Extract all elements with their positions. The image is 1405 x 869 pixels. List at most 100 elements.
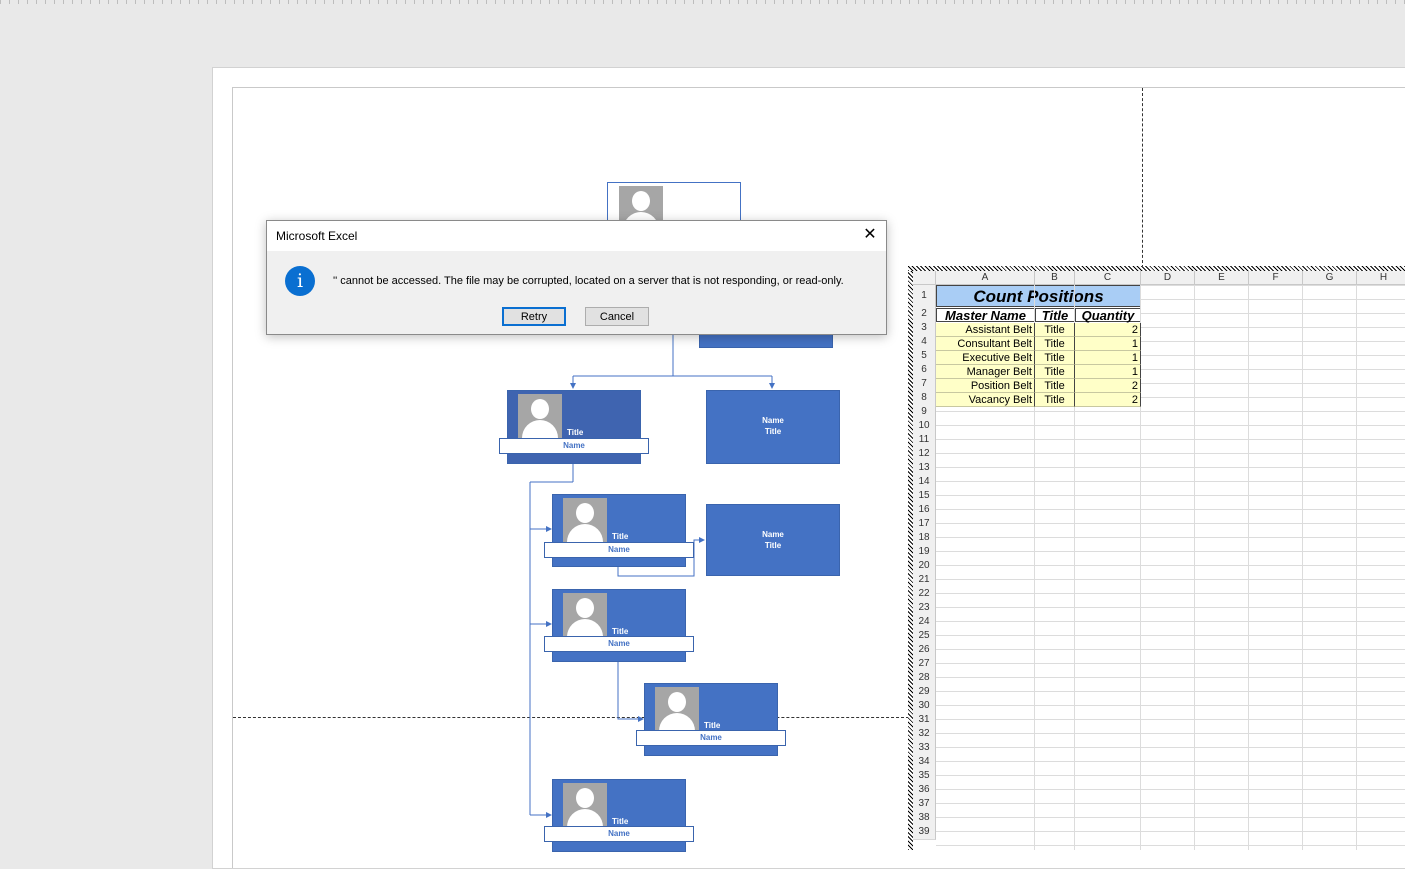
data-cell[interactable]: 1 xyxy=(1075,365,1141,379)
row-header[interactable]: 19 xyxy=(913,545,936,560)
row-header[interactable]: 3 xyxy=(913,321,936,336)
embedded-worksheet[interactable]: Count Positions Master Name Title Quanti… xyxy=(908,266,1405,850)
cancel-button[interactable]: Cancel xyxy=(585,307,649,326)
row-header[interactable]: 10 xyxy=(913,419,936,434)
dialog-titlebar[interactable]: Microsoft Excel ✕ xyxy=(267,221,886,251)
row-header[interactable]: 30 xyxy=(913,699,936,714)
column-header[interactable]: C xyxy=(1075,271,1141,285)
gridline xyxy=(1302,285,1303,850)
select-all-corner[interactable] xyxy=(913,271,936,285)
row-header[interactable]: 21 xyxy=(913,573,936,588)
card-name: Name xyxy=(544,542,694,558)
info-icon: i xyxy=(285,266,315,296)
card-title: Title xyxy=(612,532,629,541)
row-header[interactable]: 28 xyxy=(913,671,936,686)
header-cell-title[interactable]: Title xyxy=(1035,308,1075,323)
dialog-message: '' cannot be accessed. The file may be c… xyxy=(333,275,844,287)
gridline xyxy=(1194,285,1195,850)
row-header[interactable]: 15 xyxy=(913,489,936,504)
row-header[interactable]: 7 xyxy=(913,377,936,392)
row-header[interactable]: 2 xyxy=(913,307,936,322)
row-header[interactable]: 34 xyxy=(913,755,936,770)
column-header[interactable]: A xyxy=(936,271,1035,285)
data-cell[interactable]: Executive Belt xyxy=(936,351,1035,365)
data-cell[interactable]: Vacancy Belt xyxy=(936,393,1035,407)
header-cell-master-name[interactable]: Master Name xyxy=(936,308,1035,323)
row-header[interactable]: 29 xyxy=(913,685,936,700)
row-header[interactable]: 23 xyxy=(913,601,936,616)
row-header[interactable]: 35 xyxy=(913,769,936,784)
row-header[interactable]: 20 xyxy=(913,559,936,574)
column-header[interactable]: E xyxy=(1195,271,1249,285)
close-button[interactable]: ✕ xyxy=(854,221,886,251)
row-header[interactable]: 6 xyxy=(913,363,936,378)
card-title: Title xyxy=(567,428,584,437)
row-header[interactable]: 12 xyxy=(913,447,936,462)
data-cell[interactable]: 2 xyxy=(1075,393,1141,407)
row-header[interactable]: 36 xyxy=(913,783,936,798)
gridline xyxy=(1248,285,1249,850)
row-header[interactable]: 31 xyxy=(913,713,936,728)
row-header[interactable]: 4 xyxy=(913,335,936,350)
row-header[interactable]: 39 xyxy=(913,825,936,840)
data-cell[interactable]: Position Belt xyxy=(936,379,1035,393)
row-header[interactable]: 9 xyxy=(913,405,936,420)
person-photo-icon xyxy=(563,498,607,542)
person-photo-icon xyxy=(655,687,699,731)
data-cell[interactable]: Title xyxy=(1035,379,1075,393)
card-title: Title xyxy=(704,721,721,730)
org-text-card[interactable]: Name Title xyxy=(706,390,840,464)
data-cell[interactable]: Title xyxy=(1035,351,1075,365)
row-header[interactable]: 25 xyxy=(913,629,936,644)
data-cell[interactable]: Assistant Belt xyxy=(936,323,1035,337)
text-card-title: Title xyxy=(764,427,782,436)
row-header[interactable]: 1 xyxy=(913,285,936,308)
data-cell[interactable]: Title xyxy=(1035,393,1075,407)
dialog-title: Microsoft Excel xyxy=(276,229,358,243)
person-photo-icon xyxy=(563,783,607,827)
data-cell[interactable]: 2 xyxy=(1075,323,1141,337)
error-dialog: Microsoft Excel ✕ i '' cannot be accesse… xyxy=(266,220,887,335)
row-header[interactable]: 38 xyxy=(913,811,936,826)
row-header[interactable]: 27 xyxy=(913,657,936,672)
row-header[interactable]: 11 xyxy=(913,433,936,448)
data-cell[interactable]: 1 xyxy=(1075,351,1141,365)
row-header[interactable]: 32 xyxy=(913,727,936,742)
row-header[interactable]: 33 xyxy=(913,741,936,756)
row-header[interactable]: 13 xyxy=(913,461,936,476)
text-card-title: Title xyxy=(764,541,782,550)
row-header[interactable]: 18 xyxy=(913,531,936,546)
data-cell[interactable]: Manager Belt xyxy=(936,365,1035,379)
text-card-name: Name xyxy=(762,416,784,425)
column-header[interactable]: D xyxy=(1141,271,1195,285)
data-cell[interactable]: Title xyxy=(1035,365,1075,379)
row-header[interactable]: 16 xyxy=(913,503,936,518)
row-header[interactable]: 37 xyxy=(913,797,936,812)
row-header[interactable]: 24 xyxy=(913,615,936,630)
data-cell[interactable]: 2 xyxy=(1075,379,1141,393)
card-name: Name xyxy=(544,826,694,842)
row-header[interactable]: 26 xyxy=(913,643,936,658)
column-header[interactable]: H xyxy=(1357,271,1405,285)
data-cell[interactable]: Title xyxy=(1035,337,1075,351)
sheet-title-cell[interactable]: Count Positions xyxy=(936,285,1141,307)
org-text-card[interactable]: Name Title xyxy=(706,504,840,576)
org-card-top[interactable] xyxy=(607,182,741,230)
text-card-name: Name xyxy=(762,530,784,539)
retry-button[interactable]: Retry xyxy=(502,307,566,326)
data-cell[interactable]: 1 xyxy=(1075,337,1141,351)
column-header[interactable]: G xyxy=(1303,271,1357,285)
column-header[interactable]: F xyxy=(1249,271,1303,285)
row-header[interactable]: 5 xyxy=(913,349,936,364)
data-cell[interactable]: Title xyxy=(1035,323,1075,337)
row-header[interactable]: 14 xyxy=(913,475,936,490)
person-photo-icon xyxy=(518,394,562,438)
row-header[interactable]: 22 xyxy=(913,587,936,602)
person-photo-icon xyxy=(563,593,607,637)
column-header[interactable]: B xyxy=(1035,271,1075,285)
row-header[interactable]: 8 xyxy=(913,391,936,406)
row-header[interactable]: 17 xyxy=(913,517,936,532)
card-name: Name xyxy=(544,636,694,652)
header-cell-quantity[interactable]: Quantity xyxy=(1075,308,1141,323)
data-cell[interactable]: Consultant Belt xyxy=(936,337,1035,351)
